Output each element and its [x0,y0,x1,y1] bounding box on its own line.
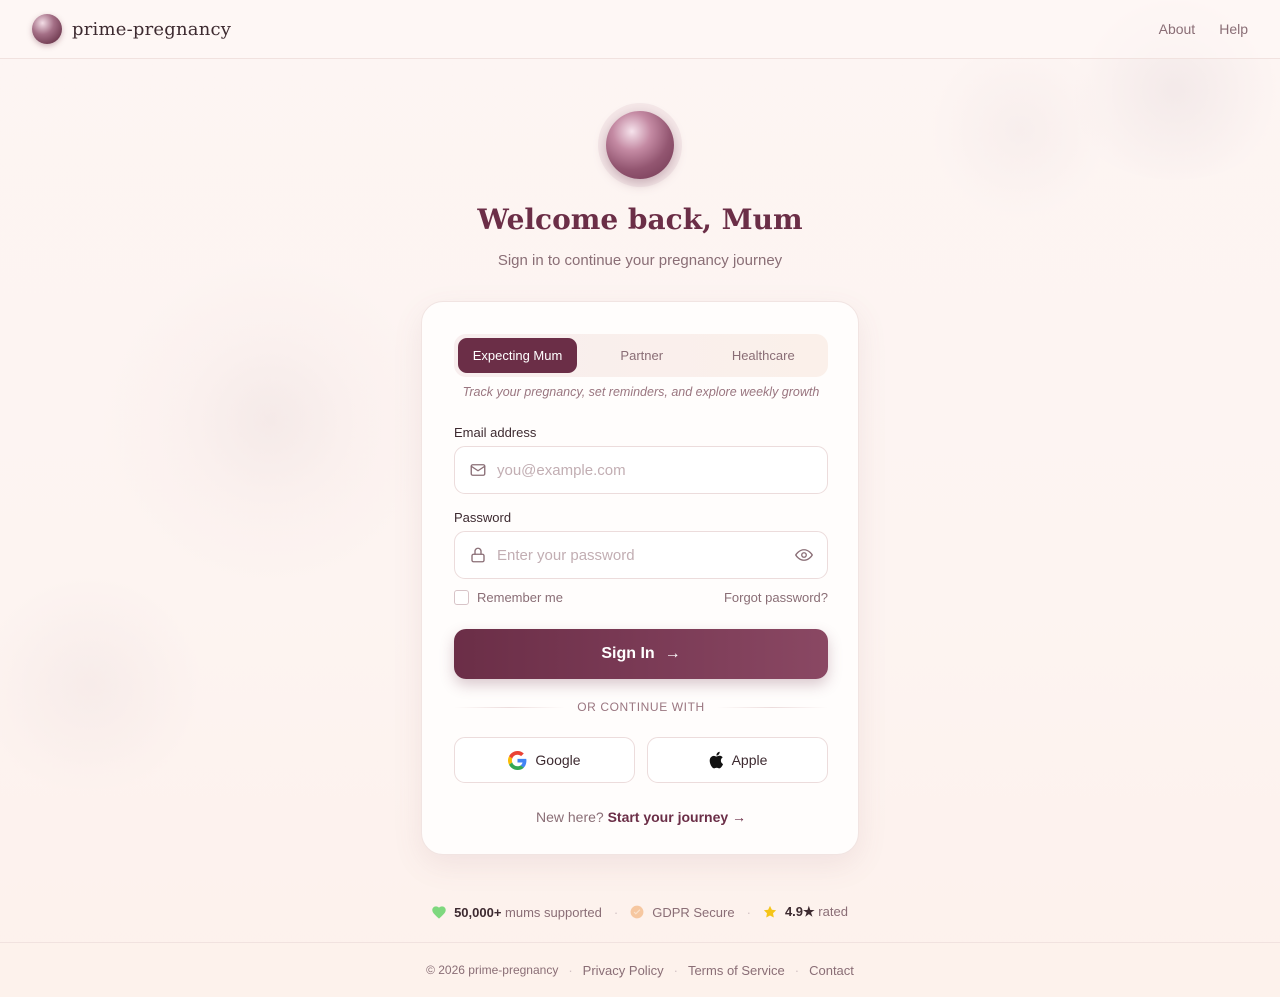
social-divider: OR CONTINUE WITH [454,700,828,714]
hero-orb-halo [598,103,682,187]
email-input[interactable] [497,461,813,479]
remember-checkbox[interactable] [454,590,469,605]
footer-privacy-link[interactable]: Privacy Policy [583,963,664,978]
footer-separator: · [673,962,678,978]
signup-prefix: New here? [535,809,604,825]
heart-icon [432,905,446,919]
stat-rating-value: 4.9★ [784,904,815,919]
eye-icon[interactable] [795,546,813,564]
nav-help-link[interactable]: Help [1219,21,1248,37]
trust-stats: 50,000+ mums supported · GDPR Secure · 4… [0,904,1280,920]
stat-mums-value: 50,000+ [454,904,502,920]
brand-orb-icon [32,14,62,44]
footer-contact-link[interactable]: Contact [809,963,854,978]
google-icon [508,750,527,770]
page-subtitle: Sign in to continue your pregnancy journ… [497,252,783,269]
google-signin-button[interactable]: Google [454,737,635,783]
background-decoration [930,40,1110,220]
forgot-password-link[interactable]: Forgot password? [724,590,828,605]
stat-rating-label: rated [818,904,848,919]
footer-terms-link[interactable]: Terms of Service [688,963,785,978]
stat-mums-label: mums supported [505,904,602,920]
footer-separator: · [568,962,573,978]
top-nav: About Help [1159,21,1248,37]
lock-icon [471,547,485,563]
email-label: Email address [454,425,537,440]
signin-card: Expecting Mum Partner Healthcare Track y… [421,301,859,855]
stat-rating: 4.9★ rated [763,904,848,920]
arrow-right-icon: → [664,645,681,662]
tab-description: Track your pregnancy, set reminders, and… [462,385,820,399]
background-decoration [0,570,200,800]
google-label: Google [535,752,581,768]
tab-partner[interactable]: Partner [581,338,703,373]
apple-label: Apple [731,752,768,768]
top-header: prime-pregnancy About Help [0,0,1280,59]
stat-gdpr: GDPR Secure [630,904,735,920]
signin-button-label: Sign In [601,645,655,662]
signin-button[interactable]: Sign In → [454,629,828,679]
password-field-wrapper [454,531,828,579]
divider-label: OR CONTINUE WITH [577,700,705,714]
apple-icon [709,751,723,769]
start-journey-link[interactable]: Start your journey → [608,809,746,825]
star-icon [763,905,777,918]
stat-gdpr-label: GDPR Secure [652,904,735,920]
password-label: Password [454,510,512,525]
brand-name: prime-pregnancy [72,18,232,40]
background-decoration [90,260,450,580]
remember-label: Remember me [477,590,563,605]
signup-prompt: New here? Start your journey → [422,809,860,825]
signin-options-row: Remember me Forgot password? [454,590,828,605]
footer-separator: · [794,962,800,978]
remember-me[interactable]: Remember me [454,590,563,605]
hero-orb-icon [606,111,674,179]
nav-about-link[interactable]: About [1159,21,1196,37]
password-input[interactable] [497,546,795,564]
brand-logo-link[interactable]: prime-pregnancy [32,14,231,44]
apple-signin-button[interactable]: Apple [647,737,828,783]
footer-copyright: © 2026 prime-pregnancy [426,963,559,977]
shield-icon [630,905,644,919]
tab-expecting-mum[interactable]: Expecting Mum [458,338,577,373]
mail-icon [470,464,486,476]
stat-separator: · [613,904,619,920]
page-title: Welcome back, Mum [477,203,803,236]
page-footer: © 2026 prime-pregnancy · Privacy Policy … [0,942,1280,997]
role-tabs: Expecting Mum Partner Healthcare [454,334,828,377]
stat-separator: · [746,904,751,920]
stat-mums-supported: 50,000+ mums supported [432,905,602,920]
email-field-wrapper [454,446,828,494]
tab-healthcare[interactable]: Healthcare [703,338,825,373]
